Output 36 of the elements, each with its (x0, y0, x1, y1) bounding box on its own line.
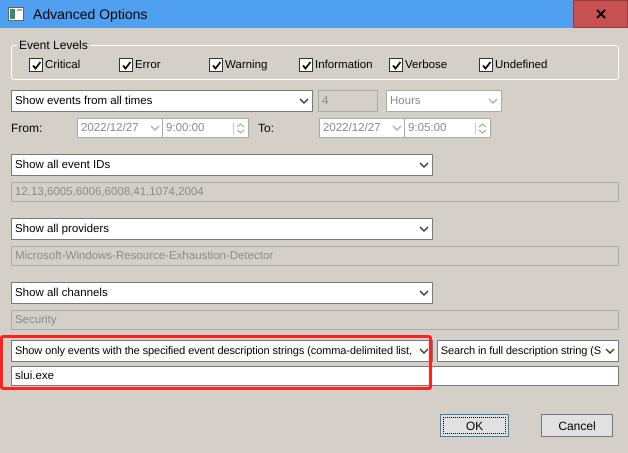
check-icon (210, 60, 222, 70)
spinner-arrows-icon[interactable] (233, 122, 247, 134)
chevron-down-icon (488, 98, 498, 104)
cancel-button[interactable]: Cancel (541, 414, 613, 437)
level-checkbox[interactable]: Critical (29, 58, 119, 72)
check-icon (30, 60, 42, 70)
level-checkbox[interactable]: Error (119, 58, 209, 72)
window-icon (8, 7, 24, 21)
check-icon (300, 60, 312, 70)
time-range-dropdown[interactable]: Show events from all times (11, 90, 313, 112)
search-scope-dropdown[interactable]: Search in full description string (S (436, 340, 619, 362)
level-checkbox[interactable]: Information (299, 58, 389, 72)
chevron-down-icon (419, 162, 429, 168)
check-icon (390, 60, 402, 70)
ok-button[interactable]: OK (440, 414, 509, 437)
level-checkbox[interactable]: Verbose (389, 58, 479, 72)
chevron-down-icon (605, 348, 615, 354)
chevron-down-icon (392, 125, 402, 131)
chevron-down-icon (299, 98, 309, 104)
filter-mode-dropdown[interactable]: Show only events with the specified event description strings (comma-delimited list, (11, 340, 433, 362)
chevron-down-icon (150, 125, 160, 131)
close-button[interactable] (573, 0, 628, 28)
check-icon (120, 60, 132, 70)
filter-value-field[interactable]: slui.exe (11, 366, 619, 386)
chevron-down-icon (419, 226, 429, 232)
date-label: From: (11, 121, 44, 135)
window-title: Advanced Options (33, 6, 148, 22)
close-icon (596, 9, 606, 19)
chevron-down-icon (419, 290, 429, 296)
group-title: Event Levels (18, 38, 89, 52)
check-icon (480, 60, 492, 70)
level-checkbox[interactable]: Undefined (479, 58, 569, 72)
chevron-down-icon (418, 348, 429, 354)
spinner-arrows-icon[interactable] (475, 122, 489, 134)
level-checkbox[interactable]: Warning (209, 58, 299, 72)
date-label: To: (257, 121, 276, 135)
